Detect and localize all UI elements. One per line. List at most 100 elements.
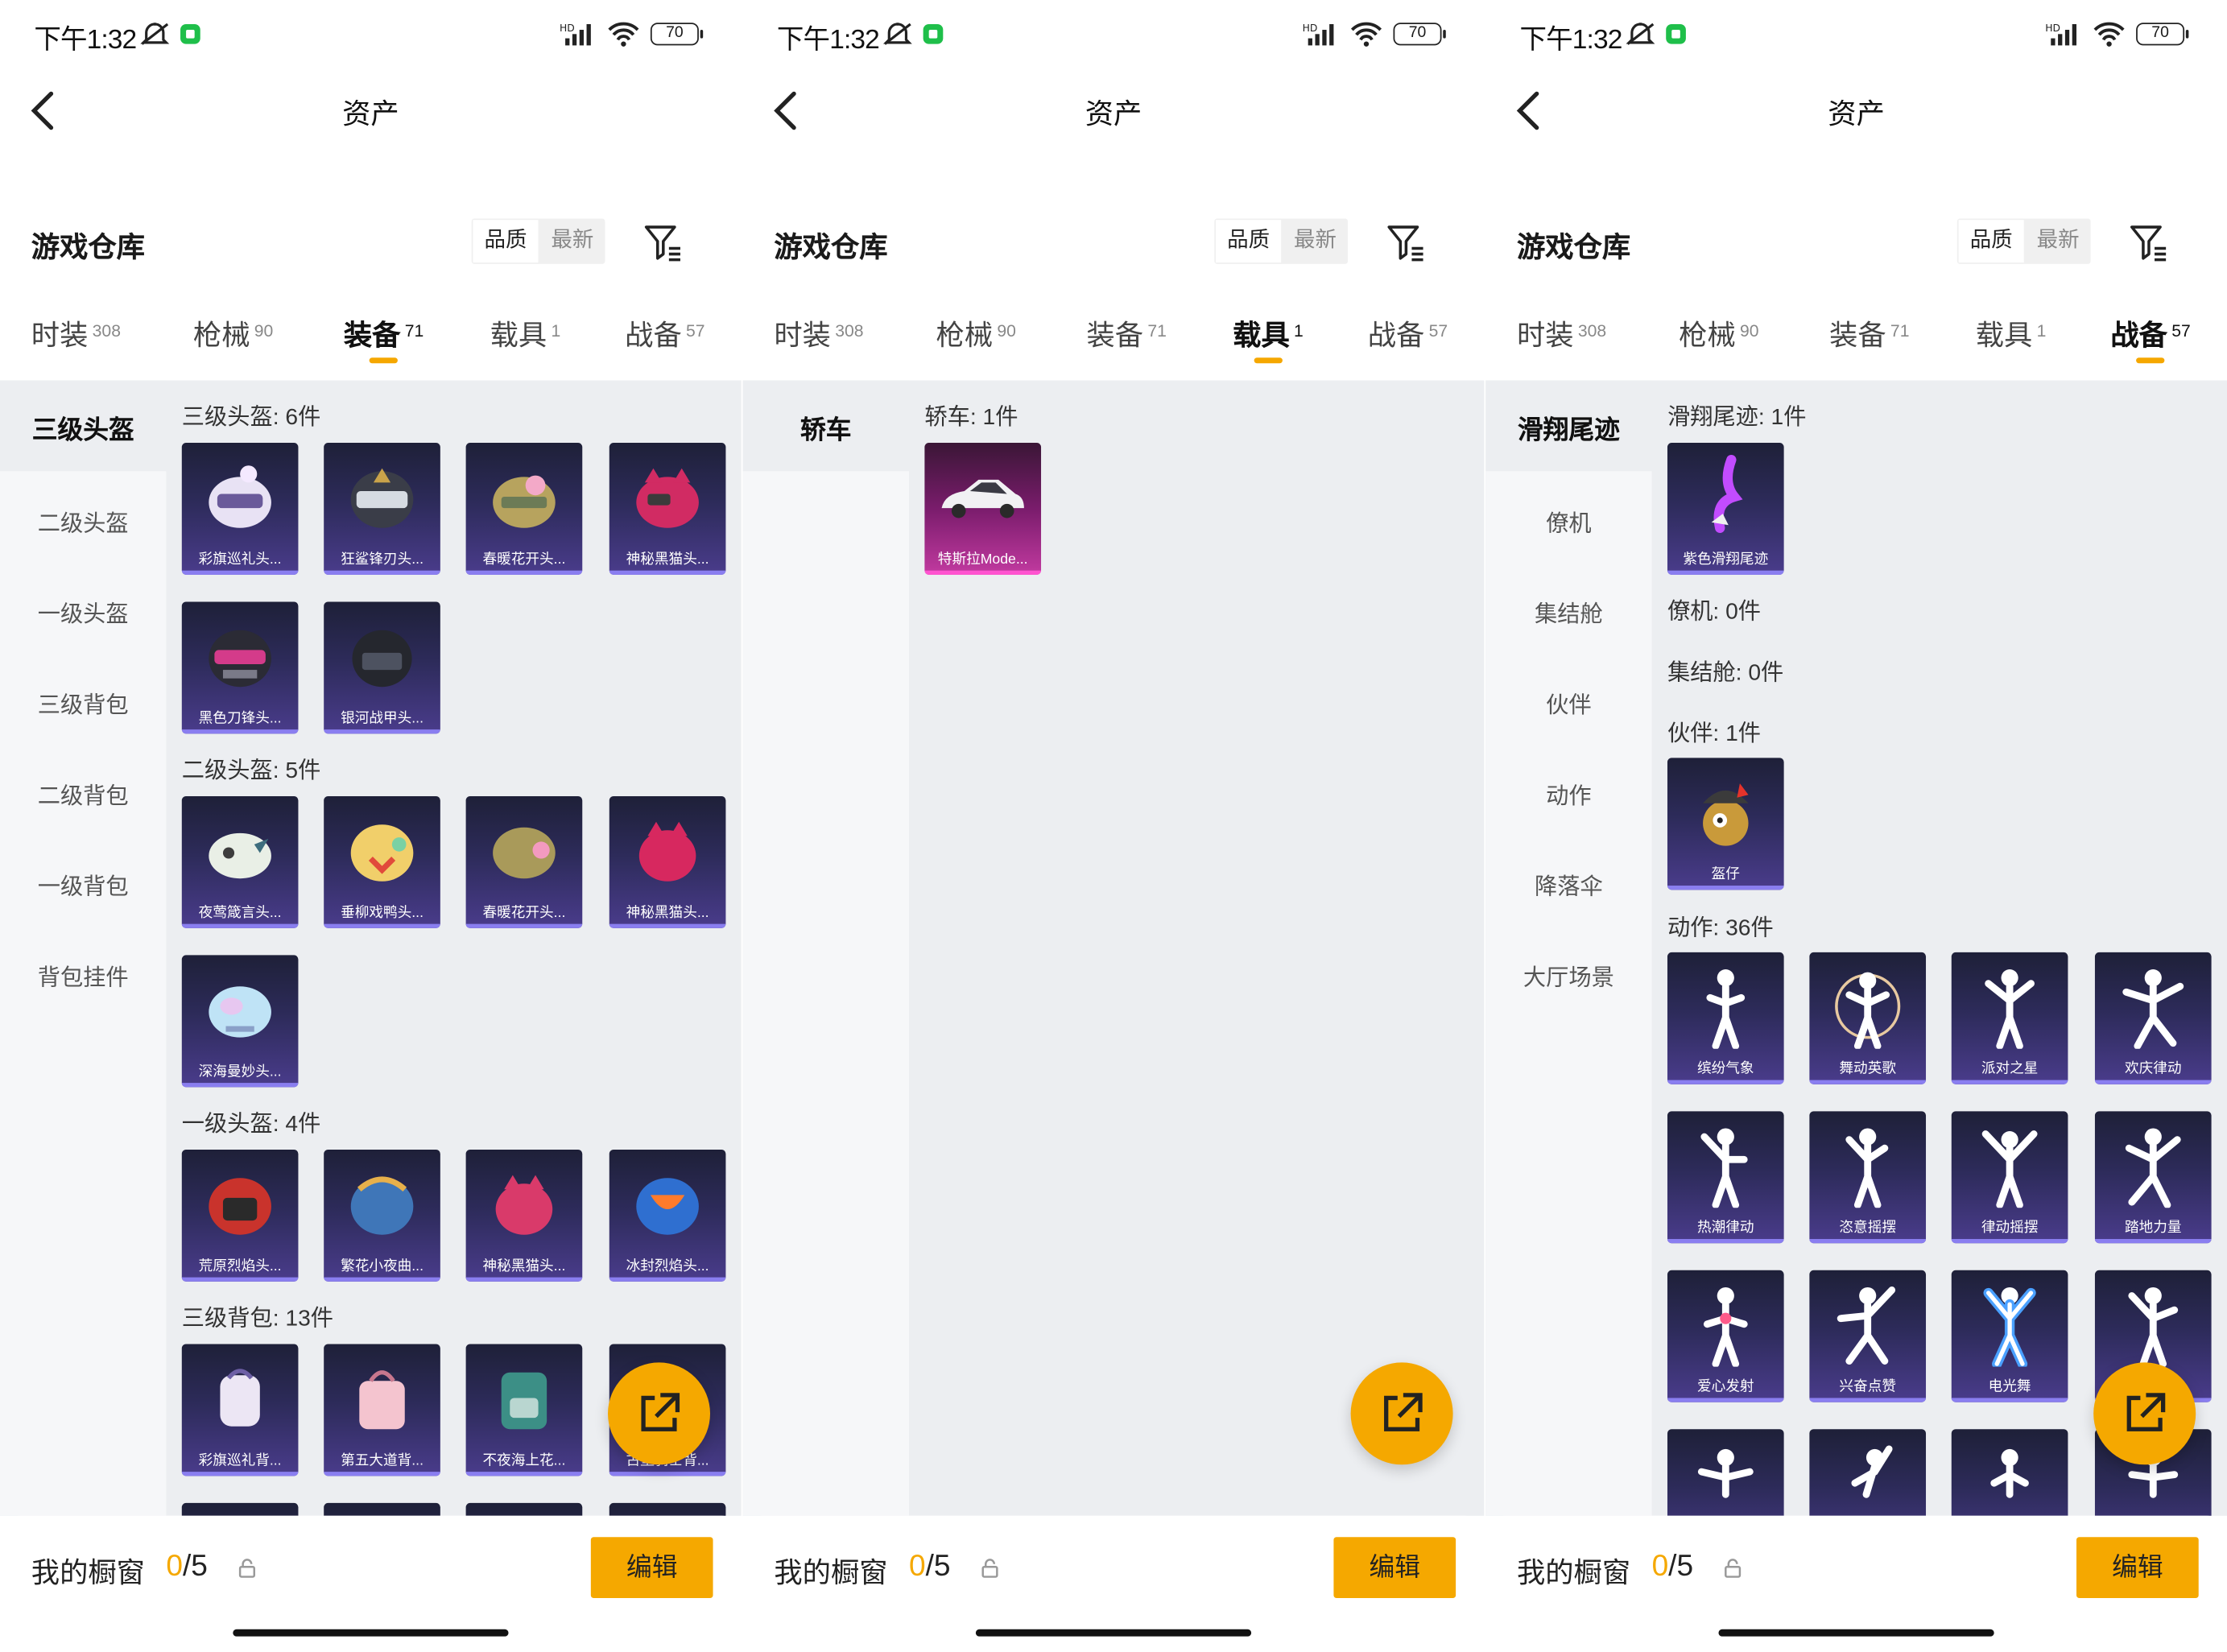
item-card[interactable]: 热潮律动 bbox=[1667, 1111, 1784, 1244]
item-card[interactable]: 深海曼妙头... bbox=[181, 955, 299, 1088]
sort-quality-button[interactable]: 品质 bbox=[473, 220, 539, 263]
helmet-icon bbox=[324, 601, 440, 709]
category-tabs: 时装 308 枪械 90 装备 71 载具 1 战备 57 bbox=[1485, 284, 2227, 381]
sidebar-item-backpack-charm[interactable]: 背包挂件 bbox=[0, 958, 166, 992]
app-notification-icon bbox=[180, 23, 200, 44]
sidebar-item-level3-backpack[interactable]: 三级背包 bbox=[0, 685, 166, 719]
edit-button[interactable]: 编辑 bbox=[2076, 1537, 2199, 1599]
filter-icon[interactable] bbox=[2128, 221, 2171, 264]
tab-fashion[interactable]: 时装 308 bbox=[1517, 312, 1606, 353]
sort-newest-button[interactable]: 最新 bbox=[539, 218, 605, 263]
sort-newest-button[interactable]: 最新 bbox=[1283, 218, 1348, 263]
item-card[interactable]: 紫色滑翔尾迹 bbox=[1667, 443, 1784, 575]
share-button[interactable] bbox=[2093, 1362, 2196, 1465]
item-card[interactable]: 盔仔 bbox=[1667, 758, 1784, 890]
share-button[interactable] bbox=[608, 1362, 711, 1465]
item-card[interactable]: 兴奋点赞 bbox=[1809, 1270, 1927, 1402]
tab-guns[interactable]: 枪械 90 bbox=[193, 312, 273, 353]
sidebar-item-assembly-pod[interactable]: 集结舱 bbox=[1485, 595, 1651, 629]
tab-equipment[interactable]: 装备 71 bbox=[344, 312, 424, 364]
sidebar-item-level1-backpack[interactable]: 一级背包 bbox=[0, 867, 166, 901]
sidebar-item-companion[interactable]: 伙伴 bbox=[1485, 685, 1651, 719]
item-card[interactable] bbox=[1951, 1429, 2068, 1516]
screen-equipment: 下午1:32 HD 70 资产 游戏仓库 品质 最新 时装 308 枪械 90 装备… bbox=[0, 0, 742, 1652]
active-tab-indicator bbox=[1254, 357, 1283, 364]
svg-text:HD: HD bbox=[560, 23, 575, 34]
item-card[interactable]: 神秘黑猫头... bbox=[609, 795, 726, 928]
sidebar-item-level1-helmet[interactable]: 一级头盔 bbox=[0, 595, 166, 629]
item-card[interactable]: 银河战甲头... bbox=[324, 601, 440, 734]
item-card[interactable]: 荒原烈焰头... bbox=[181, 1149, 299, 1282]
tab-equipment[interactable]: 装备 71 bbox=[1829, 312, 1909, 353]
sidebar-item-lobby-scene[interactable]: 大厅场景 bbox=[1485, 958, 1651, 992]
filter-icon[interactable] bbox=[642, 221, 684, 264]
item-card[interactable]: 春暖花开头... bbox=[465, 443, 583, 575]
backpack-icon bbox=[324, 1344, 440, 1452]
item-card[interactable]: 垂柳戏鸭头... bbox=[324, 795, 440, 928]
item-card[interactable] bbox=[1667, 1429, 1784, 1516]
item-card[interactable]: 踏地力量 bbox=[2094, 1111, 2212, 1244]
item-card[interactable]: 神秘黑猫头... bbox=[465, 1149, 583, 1282]
item-card[interactable] bbox=[465, 1502, 583, 1516]
helmet-icon bbox=[466, 443, 583, 551]
tab-combat-gear[interactable]: 战备 57 bbox=[1368, 312, 1448, 353]
item-card[interactable]: 律动摇摆 bbox=[1951, 1111, 2068, 1244]
warehouse-header: 游戏仓库 品质 最新 bbox=[743, 210, 1485, 275]
item-card[interactable]: 黑色刀锋头... bbox=[181, 601, 299, 734]
sidebar-item-glide-trail[interactable]: 滑翔尾迹 bbox=[1485, 410, 1651, 447]
sidebar-item-emote[interactable]: 动作 bbox=[1485, 776, 1651, 810]
sidebar-item-level2-backpack[interactable]: 二级背包 bbox=[0, 776, 166, 810]
edit-button[interactable]: 编辑 bbox=[590, 1537, 713, 1599]
item-card[interactable]: 爱心发射 bbox=[1667, 1270, 1784, 1402]
active-tab-indicator bbox=[369, 357, 399, 364]
item-card[interactable] bbox=[324, 1502, 440, 1516]
item-card[interactable]: 彩旗巡礼背... bbox=[181, 1344, 299, 1476]
item-card[interactable]: 第五大道背... bbox=[324, 1344, 440, 1476]
edit-button[interactable]: 编辑 bbox=[1333, 1537, 1456, 1599]
sidebar-item-sedan[interactable]: 轿车 bbox=[743, 410, 909, 447]
item-card[interactable]: 狂鲨锋刃头... bbox=[324, 443, 440, 575]
item-card[interactable]: 恣意摇摆 bbox=[1809, 1111, 1927, 1244]
tab-equipment[interactable]: 装备 71 bbox=[1086, 312, 1166, 353]
item-card[interactable]: 春暖花开头... bbox=[465, 795, 583, 928]
filter-icon[interactable] bbox=[1385, 221, 1428, 264]
item-grid: 滑翔尾迹: 1件 紫色滑翔尾迹 僚机: 0件 集结舱: 0件 伙伴: 1件 盔仔… bbox=[1652, 380, 2227, 1516]
sort-newest-button[interactable]: 最新 bbox=[2026, 218, 2091, 263]
screen-vehicles: 下午1:32 HD 70 资产 游戏仓库 品质 最新 时装 308 枪械 90 装备… bbox=[742, 0, 1485, 1652]
tab-vehicles[interactable]: 载具 1 bbox=[1976, 312, 2047, 353]
warehouse-body: 三级头盔 二级头盔 一级头盔 三级背包 二级背包 一级背包 背包挂件 三级头盔:… bbox=[0, 380, 742, 1516]
item-card[interactable]: 夜莺箴言头... bbox=[181, 795, 299, 928]
tab-combat-gear[interactable]: 战备 57 bbox=[2110, 312, 2191, 364]
tab-fashion[interactable]: 时装 308 bbox=[774, 312, 863, 353]
item-card[interactable]: 舞动英歌 bbox=[1809, 952, 1927, 1084]
tab-fashion[interactable]: 时装 308 bbox=[31, 312, 121, 353]
item-card[interactable]: 神秘黑猫头... bbox=[609, 443, 726, 575]
item-card[interactable] bbox=[1809, 1429, 1927, 1516]
tab-guns[interactable]: 枪械 90 bbox=[1679, 312, 1758, 353]
tab-vehicles[interactable]: 载具 1 bbox=[490, 312, 561, 353]
tab-combat-gear[interactable]: 战备 57 bbox=[625, 312, 704, 353]
item-card[interactable]: 派对之星 bbox=[1951, 952, 2068, 1084]
tab-guns[interactable]: 枪械 90 bbox=[936, 312, 1015, 353]
item-card[interactable]: 彩旗巡礼头... bbox=[181, 443, 299, 575]
item-card[interactable]: 电光舞 bbox=[1951, 1270, 2068, 1402]
sort-quality-button[interactable]: 品质 bbox=[1958, 220, 2024, 263]
item-card[interactable]: 特斯拉Mode... bbox=[924, 443, 1042, 575]
share-button[interactable] bbox=[1350, 1362, 1453, 1465]
item-card[interactable] bbox=[609, 1502, 726, 1516]
item-card[interactable]: 缤纷气象 bbox=[1667, 952, 1784, 1084]
sidebar-item-parachute[interactable]: 降落伞 bbox=[1485, 867, 1651, 901]
sidebar-item-wingman[interactable]: 僚机 bbox=[1485, 504, 1651, 538]
wifi-icon bbox=[608, 22, 639, 47]
item-card[interactable]: 欢庆律动 bbox=[2094, 952, 2212, 1084]
helmet-icon bbox=[182, 796, 299, 904]
sidebar-item-level3-helmet[interactable]: 三级头盔 bbox=[0, 410, 166, 447]
tab-vehicles[interactable]: 载具 1 bbox=[1233, 312, 1304, 364]
item-card[interactable]: 冰封烈焰头... bbox=[609, 1149, 726, 1282]
sort-quality-button[interactable]: 品质 bbox=[1216, 220, 1282, 263]
wifi-icon bbox=[1350, 22, 1382, 47]
item-card[interactable]: 繁花小夜曲... bbox=[324, 1149, 440, 1282]
item-card[interactable] bbox=[181, 1502, 299, 1516]
sidebar-item-level2-helmet[interactable]: 二级头盔 bbox=[0, 504, 166, 538]
item-card[interactable]: 不夜海上花... bbox=[465, 1344, 583, 1476]
